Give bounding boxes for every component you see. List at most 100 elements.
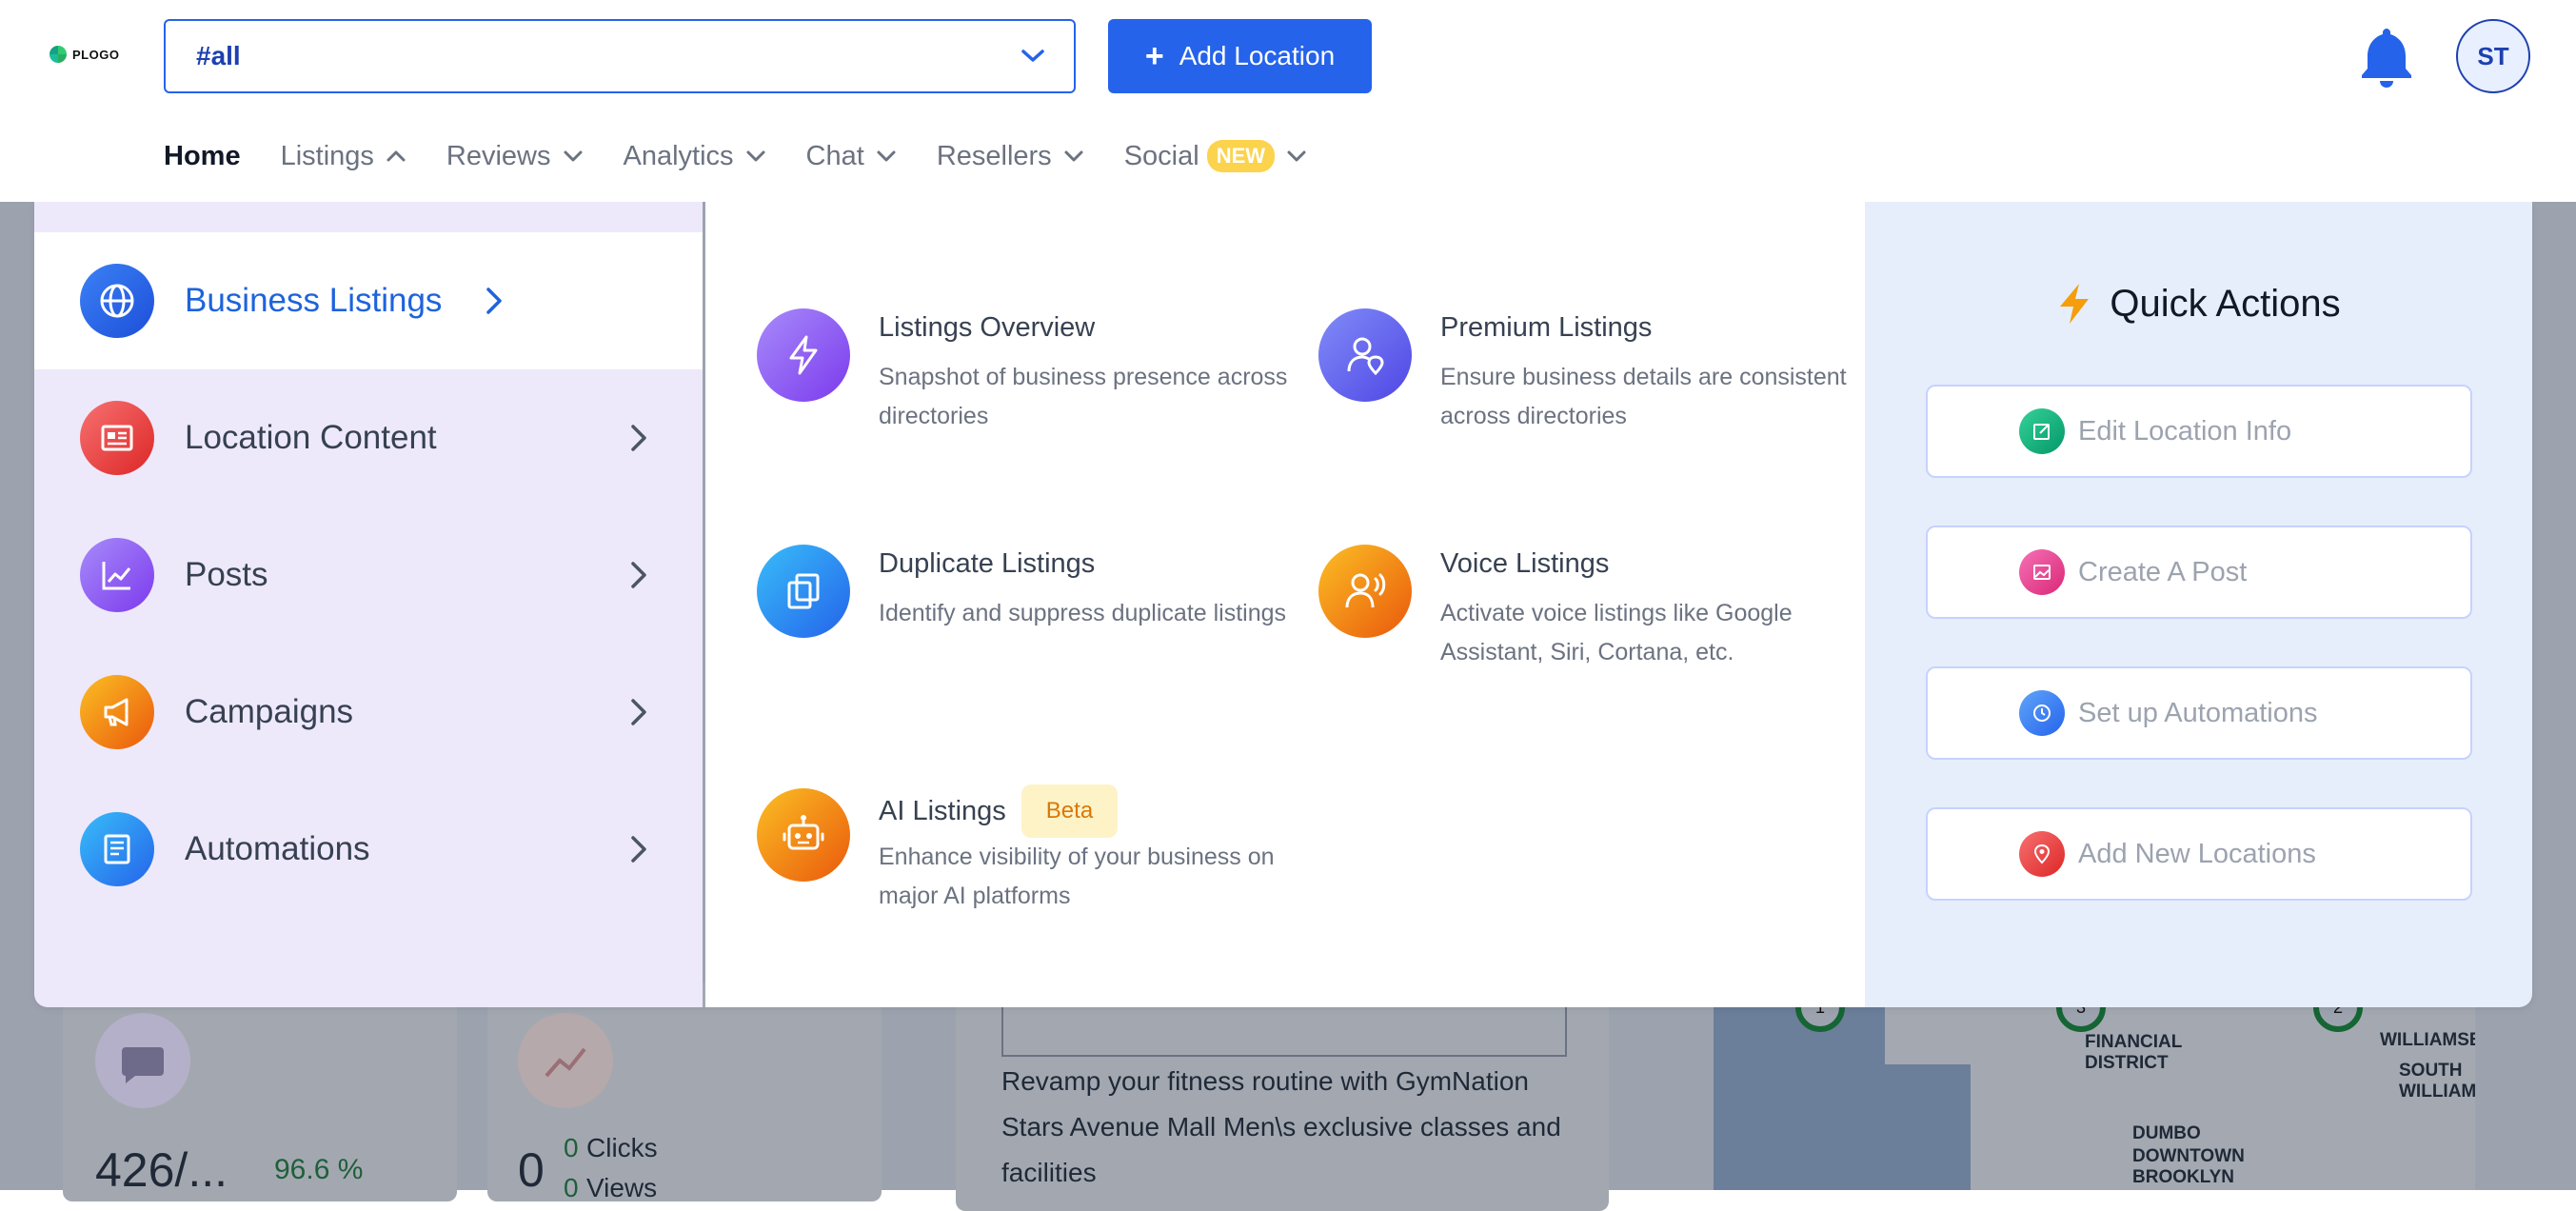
category-posts[interactable]: Posts: [34, 506, 703, 644]
stat-value: 426/...: [95, 1143, 228, 1197]
create-a-post-button[interactable]: Create A Post: [1926, 526, 2472, 619]
nav-home-label: Home: [164, 140, 241, 171]
beta-badge: Beta: [1020, 784, 1119, 838]
feature-description: Enhance visibility of your business on m…: [879, 844, 1275, 909]
feature-description: Activate voice listings like Google Assi…: [1440, 600, 1793, 665]
chevron-down-icon: [1021, 50, 1044, 62]
nav-resellers[interactable]: Resellers: [937, 141, 1084, 172]
feature-links: Listings Overview Snapshot of business p…: [705, 202, 1865, 1007]
category-location-content[interactable]: Location Content: [34, 369, 703, 506]
feature-description: Snapshot of business presence across dir…: [879, 364, 1288, 429]
listings-mega-menu: Business Listings Location Content Posts…: [34, 202, 2532, 1007]
robot-icon: [757, 788, 850, 882]
stat-percent: 96.6 %: [274, 1154, 364, 1185]
category-label: Posts: [185, 556, 268, 593]
add-location-button[interactable]: + Add Location: [1108, 19, 1372, 93]
locations-map[interactable]: FINANCIAL DISTRICT DUMBO DOWNTOWN BROOKL…: [1714, 1007, 2475, 1190]
copy-icon: [757, 545, 850, 638]
quick-action-label: Add New Locations: [2078, 838, 2316, 869]
map-pin[interactable]: 1: [1795, 1007, 1845, 1032]
logo-mark-icon: [50, 46, 67, 63]
chevron-down-icon: [1064, 150, 1083, 162]
nav-chat[interactable]: Chat: [806, 141, 897, 172]
clicks-count: 0: [564, 1133, 579, 1162]
main-nav: Home Listings Reviews Analytics Chat Res…: [164, 135, 1347, 177]
map-label: DUMBO: [2132, 1123, 2201, 1143]
category-label: Automations: [185, 830, 370, 867]
nav-chat-label: Chat: [805, 140, 864, 171]
chevron-down-icon: [877, 150, 896, 162]
views-count: 0: [564, 1173, 579, 1202]
feature-title: Voice Listings: [1440, 548, 1610, 579]
chevron-right-icon: [631, 425, 646, 451]
plus-icon: +: [1144, 38, 1164, 74]
chevron-right-icon: [631, 699, 646, 725]
bell-icon[interactable]: [2357, 25, 2416, 88]
quick-actions-panel: Quick Actions Edit Location Info Create …: [1865, 202, 2532, 1007]
category-list: Business Listings Location Content Posts…: [34, 202, 703, 1007]
edit-icon: [2019, 408, 2065, 454]
category-business-listings[interactable]: Business Listings: [34, 232, 703, 369]
chevron-down-icon: [1287, 150, 1306, 162]
category-label: Campaigns: [185, 693, 354, 730]
feature-title: Premium Listings: [1440, 312, 1653, 343]
chevron-right-icon: [631, 836, 646, 863]
quick-action-label: Edit Location Info: [2078, 415, 2292, 447]
map-label: WILLIAMSB: [2380, 1030, 2475, 1050]
nav-resellers-label: Resellers: [936, 140, 1052, 171]
feature-title: Duplicate Listings: [879, 548, 1096, 579]
voice-icon: [1318, 545, 1412, 638]
feature-description: Identify and suppress duplicate listings: [879, 600, 1287, 626]
feature-title: AI Listings Beta: [879, 784, 1119, 838]
nav-reviews[interactable]: Reviews: [446, 141, 584, 172]
sparkle-chart-icon: [518, 1013, 613, 1108]
megaphone-icon: [80, 675, 154, 749]
lightning-icon: [2060, 284, 2090, 324]
location-select[interactable]: #all: [164, 19, 1076, 93]
category-label: Business Listings: [185, 282, 443, 319]
nav-reviews-label: Reviews: [446, 140, 551, 171]
globe-icon: [80, 264, 154, 338]
quick-actions-title: Quick Actions: [1865, 282, 2532, 326]
set-up-automations-button[interactable]: Set up Automations: [1926, 666, 2472, 760]
clicks-label: Clicks: [586, 1133, 658, 1162]
lightning-icon: [757, 308, 850, 402]
feature-description: Ensure business details are consistent a…: [1440, 364, 1847, 429]
chevron-right-icon: [486, 288, 502, 314]
post-text: Revamp your fitness routine with GymNati…: [1001, 1066, 1561, 1187]
map-water: [1828, 1064, 1971, 1190]
chevron-down-icon: [564, 150, 582, 162]
logo-text: PLOGO: [72, 47, 120, 62]
quick-action-label: Create A Post: [2078, 556, 2248, 587]
nav-home[interactable]: Home: [164, 141, 241, 172]
category-automations[interactable]: Automations: [34, 781, 703, 918]
message-icon: [95, 1013, 190, 1108]
category-label: Location Content: [185, 419, 437, 456]
document-icon: [80, 812, 154, 886]
image-icon: [2019, 549, 2065, 595]
user-avatar[interactable]: ST: [2456, 19, 2530, 93]
logo[interactable]: PLOGO: [50, 46, 119, 63]
nav-listings[interactable]: Listings: [281, 141, 406, 172]
chevron-down-icon: [746, 150, 765, 162]
quick-actions-title-text: Quick Actions: [2110, 282, 2341, 325]
map-label: FINANCIAL DISTRICT: [2085, 1032, 2183, 1073]
edit-location-info-button[interactable]: Edit Location Info: [1926, 385, 2472, 478]
feature-title: Listings Overview: [879, 312, 1096, 343]
location-select-value: #all: [196, 41, 241, 70]
user-location-icon: [1318, 308, 1412, 402]
chevron-up-icon: [386, 150, 406, 162]
category-campaigns[interactable]: Campaigns: [34, 644, 703, 781]
chevron-right-icon: [631, 562, 646, 588]
map-label: DOWNTOWN BROOKLYN: [2132, 1146, 2245, 1187]
nav-social-label: Social: [1123, 140, 1199, 171]
nav-listings-label: Listings: [280, 140, 374, 171]
newspaper-icon: [80, 401, 154, 475]
views-label: Views: [586, 1173, 658, 1202]
nav-social[interactable]: Social NEW: [1124, 140, 1307, 172]
avatar-initials: ST: [2477, 41, 2509, 70]
chart-line-icon: [80, 538, 154, 612]
nav-analytics[interactable]: Analytics: [624, 141, 766, 172]
top-header: PLOGO #all + Add Location ST Home Listin…: [0, 0, 2576, 202]
add-new-locations-button[interactable]: Add New Locations: [1926, 807, 2472, 901]
